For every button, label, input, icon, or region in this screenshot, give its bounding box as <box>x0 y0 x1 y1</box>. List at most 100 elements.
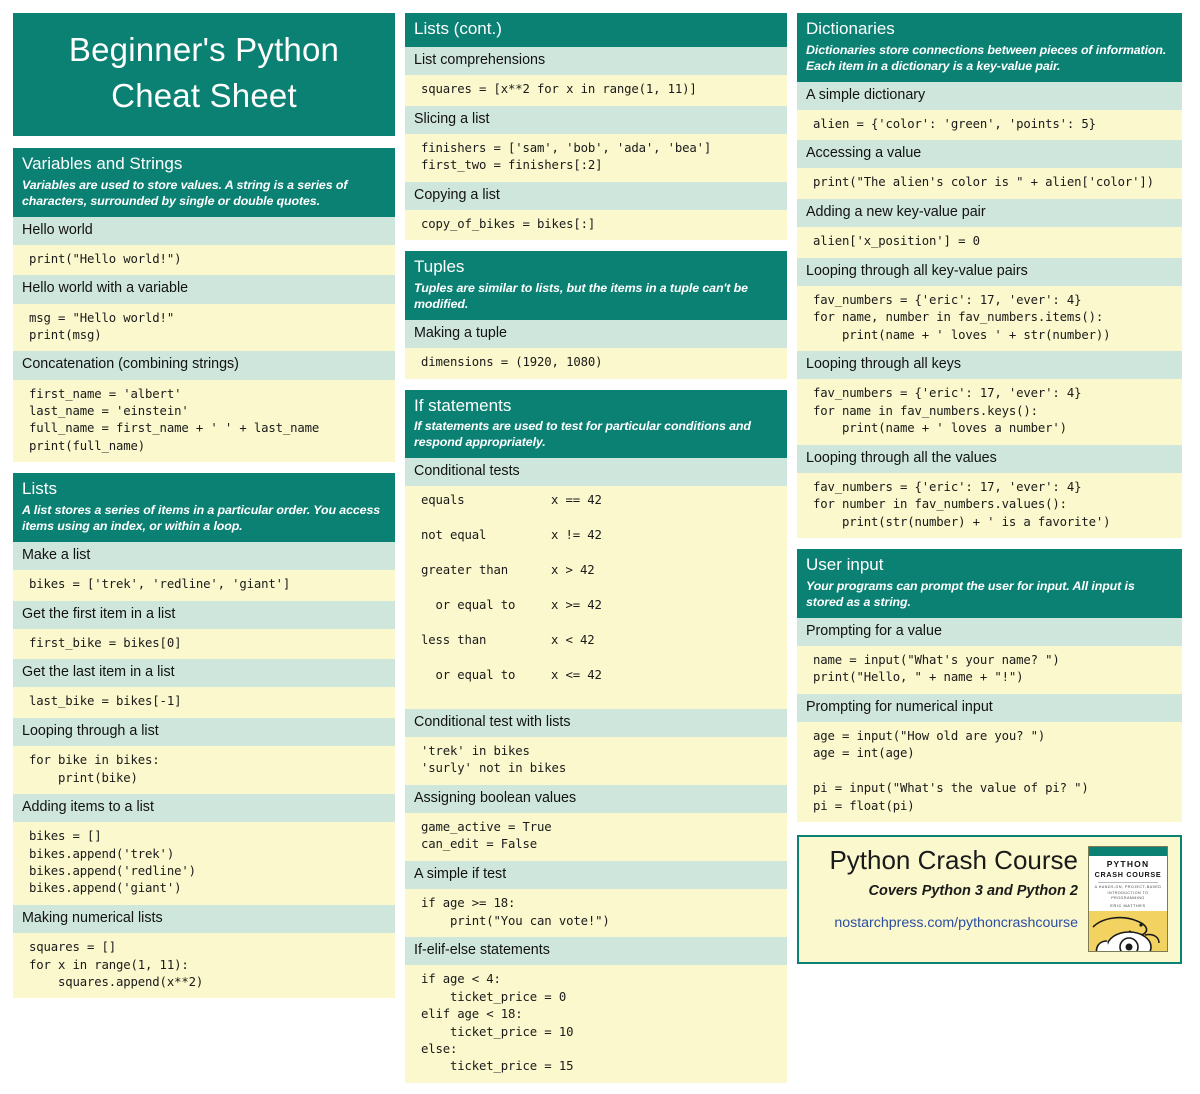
section-header: If statements If statements are used to t… <box>405 389 787 459</box>
book-cover-author: ERIC MATTHES <box>1110 904 1146 909</box>
entry-subheading: Copying a list <box>405 181 787 210</box>
section-description: Tuples are similar to lists, but the ite… <box>414 281 748 312</box>
section-description: Dictionaries store connections between p… <box>806 42 1167 73</box>
conditional-test-expression: x != 42 <box>551 528 602 543</box>
code-block: first_bike = bikes[0] <box>13 628 395 660</box>
conditional-test-label: greater than <box>421 563 509 578</box>
section-header: Tuples Tuples are similar to lists, but t… <box>405 251 787 320</box>
code-block: fav_numbers = {'eric': 17, 'ever': 4} fo… <box>797 472 1182 539</box>
conditional-test-label: not equal <box>421 528 487 543</box>
entry-subheading: Looping through all the values <box>797 444 1182 473</box>
entry-subheading: Get the first item in a list <box>13 600 395 629</box>
column-1-sections: Variables and Strings Variables are used … <box>13 148 395 1009</box>
conditional-test-row: not equal x != 42 <box>421 527 778 544</box>
section-header: Lists (cont.) <box>405 13 787 47</box>
entry-subheading: A simple dictionary <box>797 81 1182 110</box>
entry-subheading: Hello world <box>13 216 395 245</box>
code-block: squares = [x**2 for x in range(1, 11)] <box>405 75 787 106</box>
entry-subheading: Looping through a list <box>13 717 395 747</box>
book-promo-text: Python Crash Course Covers Python 3 and … <box>811 845 1088 931</box>
section: If statements If statements are used to t… <box>405 389 787 1083</box>
code-block: print("Hello world!") <box>13 244 395 276</box>
entry-subheading: Adding a new key-value pair <box>797 198 1182 228</box>
book-promo-box[interactable]: Python Crash Course Covers Python 3 and … <box>797 835 1182 965</box>
section-heading: If statements <box>414 395 512 415</box>
section-description: Variables are used to store values. A st… <box>22 178 348 208</box>
book-promo-subtitle: Covers Python 3 and Python 2 <box>868 883 1079 900</box>
entry-subheading: Making a tuple <box>405 319 787 349</box>
entry-subheading: Concatenation (combining strings) <box>13 351 395 380</box>
section-description: If statements are used to test for parti… <box>414 419 751 450</box>
book-cover-subtitle-line-1: A HANDS-ON, PROJECT-BASED <box>1094 885 1162 890</box>
section-heading: Variables and Strings <box>22 154 183 174</box>
page-title: Beginner's Python Cheat Sheet <box>13 13 395 137</box>
section: Variables and Strings Variables are used … <box>13 148 395 463</box>
entry-subheading: Slicing a list <box>405 105 787 134</box>
entry-subheading: Get the last item in a list <box>13 659 395 688</box>
column-1: Beginner's Python Cheat Sheet Variables … <box>13 13 395 1009</box>
conditional-test-expression: x < 42 <box>551 632 595 647</box>
code-block: dimensions = (1920, 1080) <box>405 348 787 379</box>
conditional-test-row: greater than x > 42 <box>421 562 778 579</box>
code-block: age = input("How old are you? ") age = i… <box>797 721 1182 823</box>
code-block: msg = "Hello world!" print(msg) <box>13 303 395 352</box>
section: Lists A list stores a series of items in … <box>13 473 395 999</box>
conditional-test-row: equals x == 42 <box>421 492 778 509</box>
book-promo-link[interactable]: nostarchpress.com/pythoncrashcourse <box>834 915 1078 931</box>
section-description: Your programs can prompt the user for in… <box>806 579 1135 609</box>
section-header: Lists A list stores a series of items in … <box>13 473 395 543</box>
section-heading: Lists <box>22 479 57 499</box>
book-cover-illustration <box>1089 911 1167 952</box>
entry-subheading: Make a list <box>13 542 395 571</box>
section-heading: Tuples <box>414 257 465 277</box>
entry-subheading: List comprehensions <box>405 46 787 76</box>
book-cover-subtitle-line-2: INTRODUCTION TO PROGRAMMING <box>1107 890 1149 900</box>
code-block: last_bike = bikes[-1] <box>13 687 395 718</box>
code-block: bikes = [] bikes.append('trek') bikes.ap… <box>13 822 395 905</box>
code-block: fav_numbers = {'eric': 17, 'ever': 4} fo… <box>797 379 1182 445</box>
conditional-test-row: or equal to x <= 42 <box>421 667 778 684</box>
code-block: first_name = 'albert' last_name = 'einst… <box>13 379 395 463</box>
page-title-line-1: Beginner's Python <box>68 31 340 68</box>
section: User input Your programs can prompt the u… <box>797 549 1182 823</box>
book-cover-image: PYTHON CRASH COURSE A HANDS-ON, PROJECT-… <box>1088 846 1168 953</box>
section-description: A list stores a series of items in a par… <box>22 503 381 534</box>
entry-subheading: Conditional test with lists <box>405 708 787 737</box>
entry-subheading: If-elif-else statements <box>405 936 787 966</box>
section-heading: User input <box>806 555 884 575</box>
conditional-test-label: or equal to <box>421 667 516 682</box>
column-2: Lists (cont.) List comprehensions squares … <box>405 13 787 1094</box>
entry-subheading: Making numerical lists <box>13 904 395 934</box>
code-block: for bike in bikes: print(bike) <box>13 746 395 794</box>
entry-subheading: Prompting for a value <box>797 617 1182 646</box>
section: Dictionaries Dictionaries store connectio… <box>797 13 1182 539</box>
book-cover-title-line-2: CRASH COURSE <box>1094 869 1162 879</box>
section: Lists (cont.) List comprehensions squares … <box>405 13 787 241</box>
section-header: Dictionaries Dictionaries store connectio… <box>797 13 1182 82</box>
entry-subheading: A simple if test <box>405 860 787 890</box>
conditional-test-expression: x == 42 <box>551 493 602 508</box>
code-block: finishers = ['sam', 'bob', 'ada', 'bea']… <box>405 133 787 182</box>
conditional-test-expression: x >= 42 <box>551 598 602 613</box>
conditional-test-label: less than <box>421 632 487 647</box>
conditional-test-row: or equal to x >= 42 <box>421 597 778 614</box>
code-block: copy_of_bikes = bikes[:] <box>405 209 787 241</box>
section-heading: Dictionaries <box>806 19 895 38</box>
code-block: name = input("What's your name? ") print… <box>797 645 1182 694</box>
code-block: fav_numbers = {'eric': 17, 'ever': 4} fo… <box>797 285 1182 352</box>
entry-subheading: Accessing a value <box>797 140 1182 169</box>
section: Tuples Tuples are similar to lists, but t… <box>405 251 787 379</box>
column-2-sections: Lists (cont.) List comprehensions squares … <box>405 13 787 1094</box>
book-cover-title-area: PYTHON CRASH COURSE A HANDS-ON, PROJECT-… <box>1089 856 1167 912</box>
section-heading: Lists (cont.) <box>414 19 502 38</box>
section-header: User input Your programs can prompt the u… <box>797 549 1182 618</box>
code-block: print("The alien's color is " + alien['c… <box>797 168 1182 199</box>
code-block: alien['x_position'] = 0 <box>797 227 1182 258</box>
code-block: bikes = ['trek', 'redline', 'giant'] <box>13 570 395 601</box>
code-block: game_active = True can_edit = False <box>405 813 787 861</box>
snake-robot-illustration <box>1089 911 1167 952</box>
entry-subheading: Looping through all key-value pairs <box>797 257 1182 286</box>
entry-subheading: Assigning boolean values <box>405 784 787 814</box>
book-cover-top-band <box>1089 847 1167 857</box>
page-title-line-2: Cheat Sheet <box>111 76 297 114</box>
